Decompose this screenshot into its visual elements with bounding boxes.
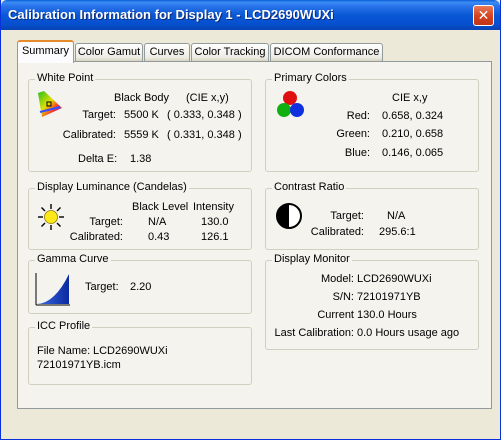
icc-profile-group: ICC Profile File Name: LCD2690WUXi 72101… — [28, 320, 252, 385]
black-level-header: Black Level — [132, 201, 189, 213]
white-point-title: White Point — [35, 72, 96, 84]
icc-file-value: LCD2690WUXi — [93, 345, 168, 357]
wp-calibrated-label: Calibrated: — [62, 129, 116, 141]
wp-calibrated-xy: ( 0.331, 0.348 ) — [167, 129, 242, 141]
gamma-group: Gamma Curve Target: 2.20 — [28, 253, 252, 314]
wp-calibrated-kelvin: 5559 K — [124, 129, 159, 141]
contrast-group: Contrast Ratio Target: N/A Calibrated: 2… — [265, 181, 479, 250]
lum-target-label: Target: — [89, 216, 123, 228]
icc-file-label: File Name: — [37, 345, 91, 357]
white-point-group: White Point Black Body (CIE x,y) Target:… — [28, 72, 252, 172]
intensity-header: Intensity — [193, 201, 234, 213]
luminance-group: Display Luminance (Candelas) Black Level… — [28, 181, 252, 250]
window-title: Calibration Information for Display 1 - … — [8, 7, 334, 22]
model-value: LCD2690WUXi — [357, 273, 432, 285]
display-monitor-group: Display Monitor Model: LCD2690WUXi S/N: … — [265, 253, 479, 350]
lum-calibrated-label: Calibrated: — [69, 231, 123, 243]
black-body-header: Black Body — [114, 92, 170, 104]
rgb-circles-icon — [277, 91, 304, 117]
contrast-title: Contrast Ratio — [272, 181, 347, 193]
tab-summary[interactable]: Summary — [17, 40, 74, 63]
sn-value: 72101971YB — [357, 291, 421, 303]
gamma-target-label: Target: — [85, 281, 119, 293]
model-label: Model: — [320, 273, 354, 285]
red-label: Red: — [346, 110, 370, 122]
last-calibration-value: 0.0 Hours usage ago — [357, 327, 460, 339]
tab-dicom-conformance[interactable]: DICOM Conformance — [270, 43, 383, 61]
last-calibration-label: Last Calibration: — [274, 327, 355, 339]
primary-cie-header: CIE x,y — [392, 92, 428, 104]
current-value: 130.0 Hours — [357, 309, 417, 321]
summary-panel: White Point Black Body (CIE x,y) Target:… — [17, 61, 492, 409]
luminance-title: Display Luminance (Candelas) — [35, 181, 189, 193]
green-label: Green: — [336, 128, 370, 140]
current-label: Current — [317, 309, 354, 321]
lum-calibrated-intensity: 126.1 — [201, 231, 229, 243]
wp-target-label: Target: — [82, 109, 116, 121]
delta-e-label: Delta E: — [78, 153, 118, 165]
lum-calibrated-black: 0.43 — [148, 231, 170, 243]
calibration-info-window: Calibration Information for Display 1 - … — [0, 0, 501, 440]
tab-color-tracking[interactable]: Color Tracking — [191, 43, 269, 61]
lum-target-black: N/A — [148, 216, 167, 228]
primary-colors-group: Primary Colors CIE x,y Red: 0.658, 0.324… — [265, 72, 479, 172]
display-monitor-title: Display Monitor — [272, 253, 352, 265]
blue-label: Blue: — [344, 147, 370, 159]
primary-colors-title: Primary Colors — [272, 72, 349, 84]
delta-e-value: 1.38 — [130, 153, 152, 165]
contrast-calibrated-value: 295.6:1 — [379, 226, 416, 238]
icc-file-value-line2: 72101971YB.icm — [37, 359, 121, 371]
sn-label: S/N: — [332, 291, 354, 303]
lum-target-intensity: 130.0 — [201, 216, 229, 228]
cie-header: (CIE x,y) — [186, 92, 229, 104]
close-button[interactable]: ✕ — [473, 5, 494, 26]
title-bar: Calibration Information for Display 1 - … — [1, 0, 500, 30]
wp-target-xy: ( 0.333, 0.348 ) — [167, 109, 242, 121]
green-value: 0.210, 0.658 — [382, 128, 444, 140]
contrast-calibrated-label: Calibrated: — [310, 226, 364, 238]
icc-profile-title: ICC Profile — [35, 320, 93, 332]
blue-value: 0.146, 0.065 — [382, 147, 444, 159]
contrast-target-label: Target: — [330, 210, 364, 222]
gamma-curve-icon — [35, 273, 70, 306]
wp-target-kelvin: 5500 K — [124, 109, 159, 121]
red-value: 0.658, 0.324 — [382, 110, 444, 122]
gamma-target-value: 2.20 — [130, 281, 152, 293]
gamma-title: Gamma Curve — [35, 253, 111, 265]
tab-curves[interactable]: Curves — [144, 43, 190, 61]
contrast-target-value: N/A — [387, 210, 406, 222]
tab-color-gamut[interactable]: Color Gamut — [75, 43, 143, 61]
